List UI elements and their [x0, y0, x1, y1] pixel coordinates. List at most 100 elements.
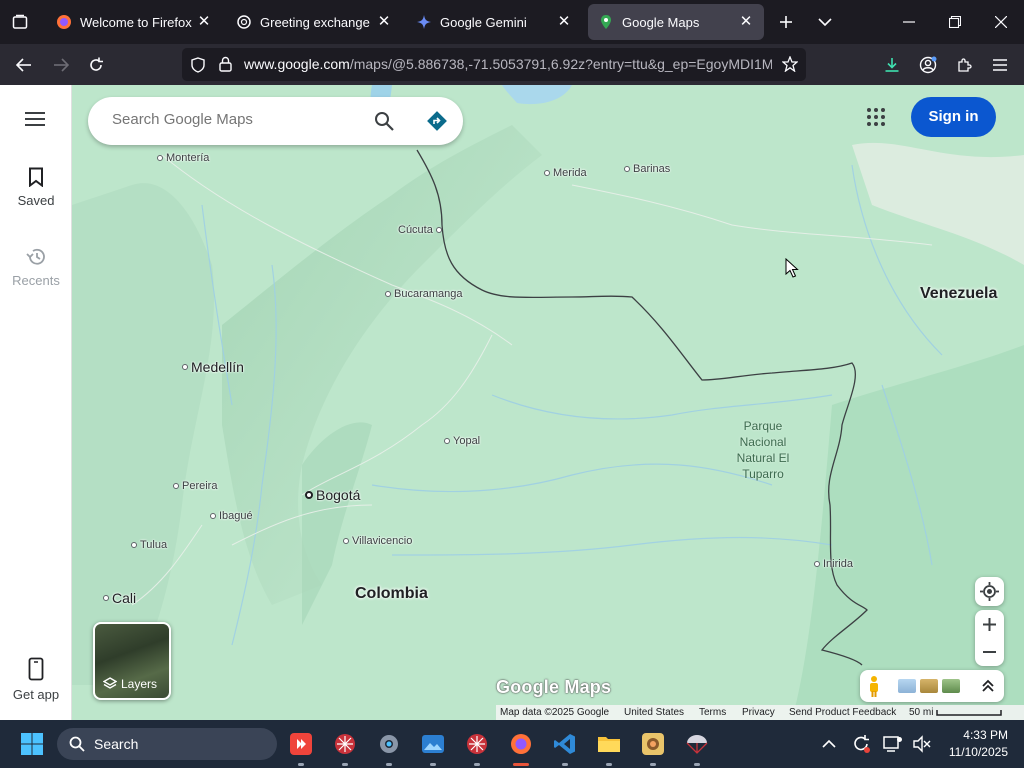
firefox-icon — [56, 14, 72, 30]
lock-icon[interactable] — [219, 56, 232, 77]
imagery-thumb[interactable] — [920, 679, 938, 693]
firefox-taskbar-icon[interactable] — [505, 728, 537, 766]
scale-label[interactable]: 50 mi — [909, 707, 933, 718]
tab-list-icon[interactable] — [6, 8, 34, 36]
url-host: www.google.com — [244, 56, 350, 72]
tab-title: Greeting exchange — [260, 14, 370, 30]
imagery-thumb[interactable] — [942, 679, 960, 693]
close-tab-icon[interactable]: ✕ — [196, 14, 212, 30]
app-parachute-icon[interactable] — [681, 728, 713, 766]
country-label-venezuela[interactable]: Venezuela — [920, 285, 997, 303]
city-label[interactable]: Cali — [103, 590, 136, 606]
privacy-link[interactable]: Privacy — [742, 707, 775, 718]
phone-icon — [28, 657, 44, 681]
close-tab-icon[interactable]: ✕ — [376, 14, 392, 30]
zoom-in-button[interactable] — [975, 610, 1004, 638]
saved-button[interactable]: Saved — [0, 167, 72, 208]
city-label[interactable]: Ibagué — [210, 510, 253, 522]
city-label[interactable]: Merida — [544, 167, 587, 179]
recents-button[interactable]: Recents — [0, 247, 72, 288]
city-label[interactable]: Barinas — [624, 163, 670, 175]
expand-up-icon[interactable] — [982, 679, 994, 693]
region-link[interactable]: United States — [624, 707, 684, 718]
city-label[interactable]: Montería — [157, 152, 209, 164]
left-navigation-rail: Saved Recents Get app — [0, 85, 72, 720]
reload-icon[interactable] — [81, 50, 111, 80]
new-tab-icon[interactable] — [772, 8, 800, 36]
get-app-button[interactable]: Get app — [0, 657, 72, 702]
layers-button[interactable]: Layers — [93, 622, 171, 700]
city-label[interactable]: Cúcuta — [398, 224, 445, 236]
city-label[interactable]: Medellín — [182, 359, 244, 375]
sync-status-icon[interactable] — [845, 728, 877, 760]
google-apps-icon[interactable] — [866, 107, 886, 127]
street-view-imagery-bar[interactable] — [860, 670, 1004, 702]
country-label-colombia[interactable]: Colombia — [355, 585, 428, 603]
plus-icon — [983, 618, 996, 631]
windows-start-icon[interactable] — [16, 728, 48, 760]
photos-icon[interactable] — [417, 728, 449, 766]
app-menu-icon[interactable] — [985, 50, 1015, 80]
pegman-icon[interactable] — [868, 675, 880, 697]
city-label[interactable]: Villavicencio — [343, 535, 412, 547]
address-bar[interactable]: www.google.com/maps/@5.886738,-71.505379… — [182, 48, 806, 81]
mouse-cursor-icon — [785, 257, 799, 283]
tab-google-gemini[interactable]: Google Gemini ✕ — [406, 4, 582, 40]
tab-welcome-firefox[interactable]: Welcome to Firefox ✕ — [46, 4, 222, 40]
restore-icon[interactable] — [941, 8, 969, 36]
app-red-icon[interactable] — [329, 728, 361, 766]
back-arrow-icon[interactable] — [9, 50, 39, 80]
settings-icon[interactable] — [373, 728, 405, 766]
anydesk-icon[interactable] — [285, 728, 317, 766]
close-window-icon[interactable] — [987, 8, 1015, 36]
vscode-icon[interactable] — [549, 728, 581, 766]
forward-arrow-icon[interactable] — [46, 50, 76, 80]
close-tab-icon[interactable]: ✕ — [556, 14, 572, 30]
navigation-toolbar: www.google.com/maps/@5.886738,-71.505379… — [0, 44, 1024, 85]
send-feedback-link[interactable]: Send Product Feedback — [789, 707, 896, 718]
saved-label: Saved — [17, 193, 55, 208]
city-label[interactable]: Tulua — [131, 539, 167, 551]
bookmark-icon — [29, 167, 43, 187]
taskbar-search-box[interactable]: Search — [57, 728, 277, 760]
capital-city-label[interactable]: Bogotá — [305, 487, 360, 503]
minimize-icon[interactable] — [895, 8, 923, 36]
hamburger-menu-icon[interactable] — [24, 111, 46, 132]
url-text[interactable]: www.google.com/maps/@5.886738,-71.505379… — [244, 56, 772, 72]
search-icon[interactable] — [374, 111, 394, 136]
park-label[interactable]: Parque Nacional Natural El Tuparro — [718, 418, 808, 482]
search-box[interactable] — [88, 97, 463, 145]
directions-icon[interactable] — [426, 110, 448, 137]
downloads-icon[interactable] — [877, 50, 907, 80]
imagery-thumb[interactable] — [898, 679, 916, 693]
show-hidden-icons-chevron[interactable] — [813, 728, 845, 760]
tab-greeting-exchange[interactable]: Greeting exchange ✕ — [226, 4, 402, 40]
game-icon[interactable] — [637, 728, 669, 766]
my-location-button[interactable] — [975, 577, 1004, 606]
layers-icon — [103, 677, 117, 689]
bookmark-star-icon[interactable] — [781, 55, 799, 77]
sign-in-button[interactable]: Sign in — [911, 97, 996, 137]
tab-google-maps[interactable]: Google Maps ✕ — [588, 4, 764, 40]
terms-link[interactable]: Terms — [699, 707, 726, 718]
layers-label: Layers — [121, 677, 158, 691]
list-all-tabs-icon[interactable] — [811, 8, 839, 36]
tracking-shield-icon[interactable] — [191, 57, 205, 78]
search-input[interactable] — [112, 111, 352, 128]
city-label[interactable]: Pereira — [173, 480, 217, 492]
zoom-out-button[interactable] — [975, 638, 1004, 666]
network-muted-icon[interactable] — [905, 728, 937, 760]
close-tab-icon[interactable]: ✕ — [738, 14, 754, 30]
location-target-icon — [980, 582, 999, 601]
app-red2-icon[interactable] — [461, 728, 493, 766]
system-clock[interactable]: 4:33 PM 11/10/2025 — [942, 727, 1008, 761]
city-label[interactable]: Yopal — [444, 435, 480, 447]
city-label[interactable]: Bucaramanga — [385, 288, 463, 300]
map-canvas[interactable]: Sign in Montería Merida Barinas Cúcuta B… — [72, 85, 1024, 720]
city-label[interactable]: Inirida — [814, 558, 853, 570]
account-icon[interactable] — [913, 50, 943, 80]
search-icon — [69, 736, 85, 752]
file-explorer-icon[interactable] — [593, 728, 625, 766]
extensions-icon[interactable] — [949, 50, 979, 80]
minus-icon — [983, 651, 996, 653]
